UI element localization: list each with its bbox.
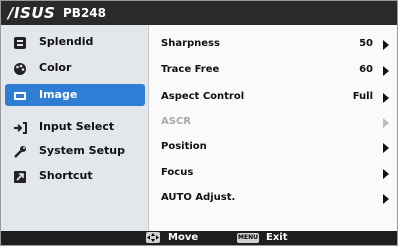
menu-row-value: 50 bbox=[359, 38, 373, 49]
menu-row-label: Position bbox=[161, 141, 207, 152]
sidebar: Splendid Color Image Input Select System… bbox=[1, 25, 149, 231]
sidebar-item-label: Input Select bbox=[39, 120, 115, 133]
input-select-icon bbox=[13, 120, 27, 134]
sidebar-item-image[interactable]: Image bbox=[5, 84, 145, 106]
menu-row-position[interactable]: Position bbox=[149, 134, 397, 158]
image-icon bbox=[13, 88, 27, 102]
shortcut-icon bbox=[13, 169, 27, 183]
move-label: Move bbox=[168, 232, 199, 243]
sidebar-item-splendid[interactable]: Splendid bbox=[5, 31, 145, 53]
menu-row-value: 60 bbox=[359, 64, 373, 75]
menu-row-auto-adjust[interactable]: AUTO Adjust. bbox=[149, 185, 397, 209]
menu-row-label: Aspect Control bbox=[161, 91, 245, 102]
menu-row-label: Sharpness bbox=[161, 38, 220, 49]
chevron-right-icon bbox=[383, 66, 389, 76]
sidebar-item-color[interactable]: Color bbox=[5, 57, 145, 79]
brand-logo: /ISUS bbox=[8, 4, 56, 22]
splendid-icon bbox=[13, 35, 27, 49]
chevron-right-icon bbox=[383, 143, 389, 153]
menu-row-value: Full bbox=[352, 91, 373, 102]
menu-key-icon: MENU bbox=[237, 233, 259, 243]
title-bar: /ISUS PB248 bbox=[1, 1, 397, 25]
sidebar-item-label: Image bbox=[39, 88, 78, 101]
osd-window: /ISUS PB248 Splendid Color Image Input S… bbox=[0, 0, 398, 246]
sidebar-item-shortcut[interactable]: Shortcut bbox=[5, 165, 145, 187]
sidebar-item-label: Splendid bbox=[39, 35, 94, 48]
chevron-right-icon bbox=[383, 118, 389, 128]
sidebar-item-input-select[interactable]: Input Select bbox=[5, 116, 145, 138]
menu-row-label: Trace Free bbox=[161, 64, 220, 75]
sidebar-item-label: Shortcut bbox=[39, 169, 93, 182]
sidebar-item-label: System Setup bbox=[39, 144, 125, 157]
sidebar-item-label: Color bbox=[39, 61, 72, 74]
menu-row-label: AUTO Adjust. bbox=[161, 192, 236, 203]
submenu-panel: Sharpness 50 Trace Free 60 Aspect Contro… bbox=[149, 25, 397, 231]
model-name: PB248 bbox=[63, 6, 106, 20]
menu-row-trace-free[interactable]: Trace Free 60 bbox=[149, 57, 397, 81]
menu-row-focus[interactable]: Focus bbox=[149, 160, 397, 184]
menu-row-sharpness[interactable]: Sharpness 50 bbox=[149, 31, 397, 55]
menu-row-ascr: ASCR bbox=[149, 109, 397, 133]
menu-row-aspect-control[interactable]: Aspect Control Full bbox=[149, 84, 397, 108]
menu-row-label: Focus bbox=[161, 167, 194, 178]
sidebar-item-system-setup[interactable]: System Setup bbox=[5, 140, 145, 162]
chevron-right-icon bbox=[383, 40, 389, 50]
menu-row-label: ASCR bbox=[161, 116, 191, 127]
chevron-right-icon bbox=[383, 93, 389, 103]
chevron-right-icon bbox=[383, 194, 389, 204]
chevron-right-icon bbox=[383, 169, 389, 179]
color-palette-icon bbox=[13, 61, 27, 75]
move-dpad-icon bbox=[146, 232, 160, 243]
wrench-icon bbox=[13, 144, 27, 158]
exit-label: Exit bbox=[266, 232, 288, 243]
footer-bar: Move MENU Exit bbox=[1, 231, 397, 245]
